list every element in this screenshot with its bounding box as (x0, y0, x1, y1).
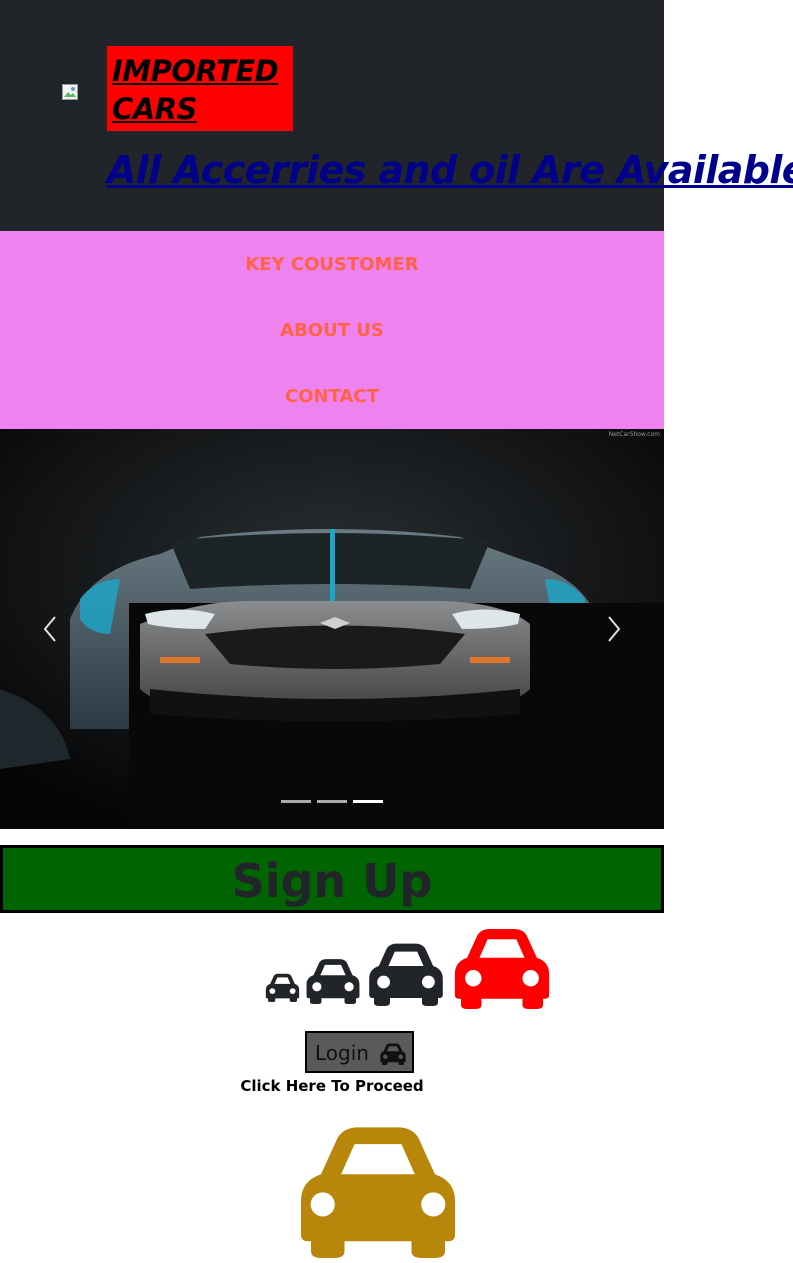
chevron-right-icon[interactable] (598, 614, 628, 644)
login-button[interactable]: Login (305, 1031, 414, 1073)
nav-item-about-us[interactable]: ABOUT US (0, 319, 664, 343)
carousel-indicator[interactable] (281, 800, 311, 803)
image-credit: NetCarShow.com (608, 431, 660, 438)
logo[interactable]: IMPORTED CARS (107, 46, 293, 131)
site-header: IMPORTED CARS All Accerries and oil Are … (0, 0, 793, 231)
nav-item-contact[interactable]: CONTACT (0, 385, 664, 409)
logo-text: IMPORTED CARS (112, 54, 279, 126)
car-icon (306, 959, 360, 1004)
proceed-hint: Click Here To Proceed (240, 1077, 424, 1095)
car-icon (380, 1043, 406, 1065)
car-icon (300, 1127, 456, 1258)
carousel-slide-image (0, 429, 664, 829)
car-icon (454, 929, 550, 1009)
car-icon (369, 943, 443, 1006)
image-carousel[interactable]: NetCarShow.com (0, 429, 664, 829)
main-nav: KEY COUSTOMER ABOUT US CONTACT (0, 231, 664, 429)
sign-up-label: Sign Up (231, 854, 433, 908)
car-icons-row (0, 925, 664, 1015)
sign-up-button[interactable]: Sign Up (0, 845, 664, 913)
chevron-left-icon[interactable] (36, 614, 66, 644)
login-label: Login (315, 1041, 369, 1065)
tagline-link[interactable]: All Accerries and oil Are Available (107, 145, 793, 195)
broken-image-icon (62, 84, 78, 100)
carousel-indicator-active[interactable] (353, 800, 383, 803)
carousel-indicator[interactable] (317, 800, 347, 803)
car-icon (265, 973, 300, 1002)
nav-item-key-customer[interactable]: KEY COUSTOMER (0, 253, 664, 277)
